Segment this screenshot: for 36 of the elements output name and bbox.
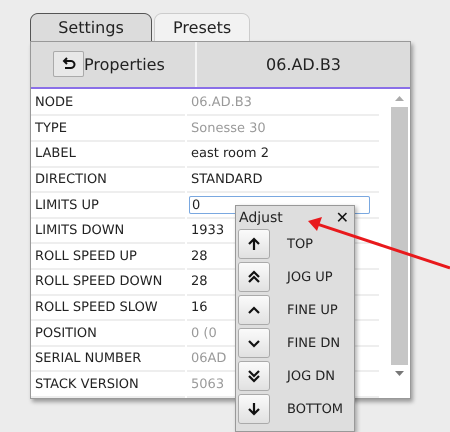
- adjust-button[interactable]: [238, 361, 270, 391]
- tab[interactable]: Settings: [30, 13, 152, 41]
- property-value: 06.AD.B3: [187, 90, 379, 116]
- property-name: LABEL: [31, 142, 185, 168]
- adjust-button[interactable]: [238, 295, 270, 325]
- property-name: ROLL SPEED DOWN: [31, 270, 185, 296]
- double-chevron-down-icon: [246, 368, 262, 384]
- property-name: SERIAL NUMBER: [31, 346, 185, 372]
- property-name: ROLL SPEED SLOW: [31, 296, 185, 322]
- property-name: NODE: [31, 90, 185, 116]
- scroll-down-icon[interactable]: [394, 370, 404, 376]
- adjust-label: JOG UP: [287, 270, 333, 284]
- adjust-button[interactable]: [238, 229, 270, 259]
- property-value: STANDARD: [187, 168, 379, 194]
- double-chevron-up-icon: [246, 269, 262, 285]
- scrollbar-thumb[interactable]: [390, 106, 408, 365]
- property-name: TYPE: [31, 116, 185, 142]
- tab[interactable]: Presets: [154, 13, 250, 41]
- property-value: Sonesse 30: [187, 116, 379, 142]
- panel-title: Properties: [84, 54, 165, 74]
- node-address: 06.AD.B3: [265, 54, 342, 76]
- adjust-button[interactable]: [238, 262, 270, 292]
- adjust-button[interactable]: [238, 328, 270, 358]
- adjust-button[interactable]: [238, 394, 270, 424]
- adjust-label: FINE UP: [287, 302, 338, 318]
- property-name: LIMITS UP: [31, 193, 185, 219]
- property-name: LIMITS DOWN: [31, 218, 185, 244]
- up-arrow-icon: [246, 236, 262, 252]
- property-name: STACK VERSION: [31, 372, 185, 398]
- property-value: east room 2: [187, 142, 379, 168]
- property-name: POSITION: [31, 321, 185, 347]
- adjust-label: BOTTOM: [287, 402, 344, 416]
- property-name: DIRECTION: [31, 168, 185, 194]
- down-arrow-icon: [246, 401, 262, 417]
- back-button[interactable]: [53, 51, 84, 78]
- property-name: ROLL SPEED UP: [31, 244, 185, 270]
